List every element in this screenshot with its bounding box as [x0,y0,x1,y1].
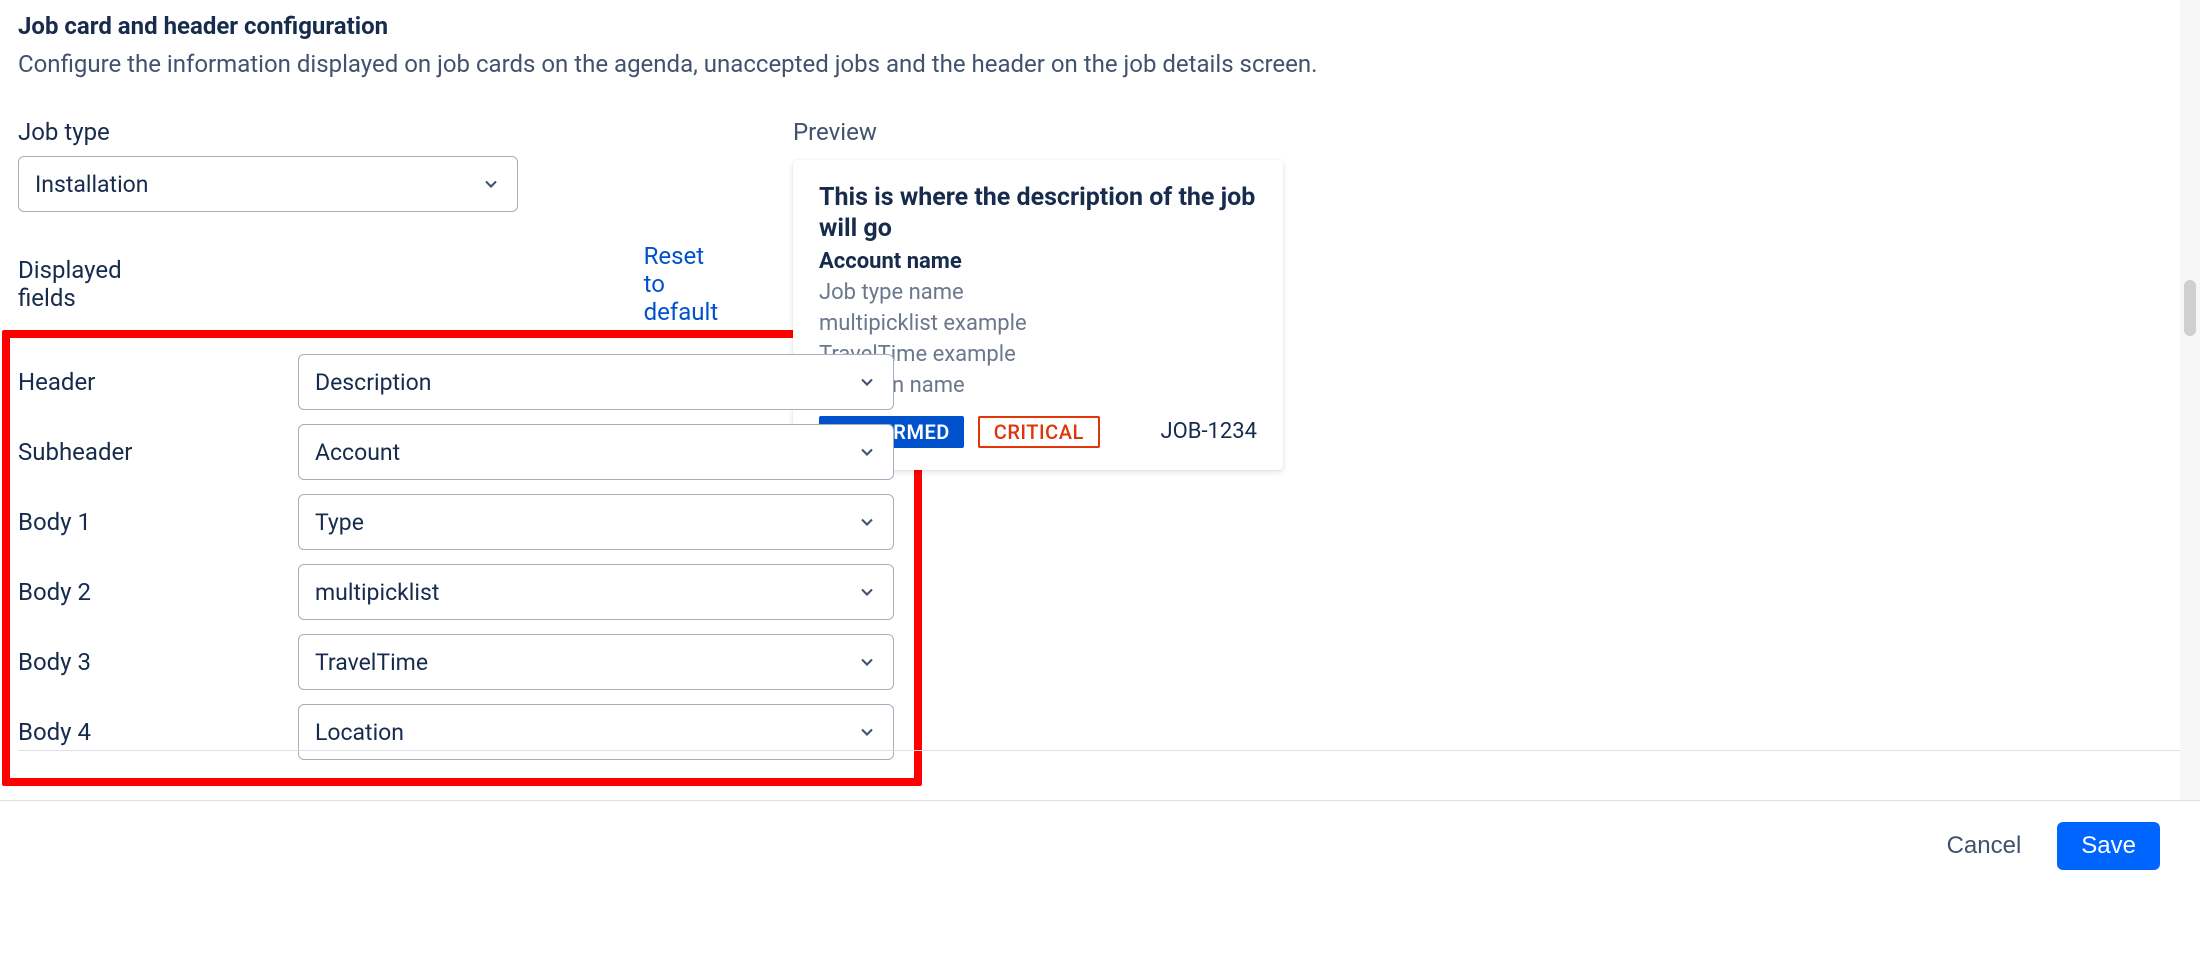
displayed-fields-highlight: Header Description Subheader Account [2,330,922,786]
field-row-label: Subheader [18,438,298,466]
field-select-subheader[interactable]: Account [298,424,894,480]
field-row-label: Body 4 [18,718,298,746]
chevron-down-icon [857,512,877,532]
job-type-select-value: Installation [35,171,149,198]
priority-badge: CRITICAL [978,416,1100,448]
field-select-body3[interactable]: TravelTime [298,634,894,690]
field-row-body4: Body 4 Location [18,704,906,760]
field-select-body2[interactable]: multipicklist [298,564,894,620]
chevron-down-icon [857,582,877,602]
preview-label: Preview [793,118,1353,146]
field-select-value: Description [315,369,431,396]
field-select-value: TravelTime [315,649,428,676]
scrollbar[interactable] [2180,0,2200,800]
section-title: Job card and header configuration [18,12,2200,40]
field-row-body3: Body 3 TravelTime [18,634,906,690]
displayed-fields-label: Displayed fields [18,256,122,312]
job-number: JOB-1234 [1160,419,1257,444]
field-select-value: Location [315,719,404,746]
field-row-label: Header [18,368,298,396]
save-button[interactable]: Save [2057,822,2160,870]
field-select-value: Type [315,509,364,536]
chevron-down-icon [857,722,877,742]
chevron-down-icon [481,174,501,194]
preview-card-body-line: Job type name [819,280,1257,305]
preview-card-body-line: multipicklist example [819,311,1257,336]
footer-actions: Cancel Save [0,800,2200,890]
field-row-label: Body 3 [18,648,298,676]
field-select-body4[interactable]: Location [298,704,894,760]
job-type-label: Job type [18,118,718,146]
preview-card-title: This is where the description of the job… [819,182,1257,245]
preview-card-subheader: Account name [819,249,1257,274]
field-row-header: Header Description [18,354,906,410]
field-row-body2: Body 2 multipicklist [18,564,906,620]
job-type-select[interactable]: Installation [18,156,518,212]
field-select-value: multipicklist [315,579,439,606]
field-row-label: Body 2 [18,578,298,606]
cancel-button[interactable]: Cancel [1947,832,2022,860]
chevron-down-icon [857,652,877,672]
section-divider [18,750,2200,751]
section-description: Configure the information displayed on j… [18,50,2200,78]
reset-to-default-link[interactable]: Reset to default [644,242,719,326]
field-row-label: Body 1 [18,508,298,536]
chevron-down-icon [857,372,877,392]
field-row-body1: Body 1 Type [18,494,906,550]
chevron-down-icon [857,442,877,462]
field-select-header[interactable]: Description [298,354,894,410]
field-select-value: Account [315,439,400,466]
field-select-body1[interactable]: Type [298,494,894,550]
field-row-subheader: Subheader Account [18,424,906,480]
scrollbar-thumb[interactable] [2184,280,2196,336]
